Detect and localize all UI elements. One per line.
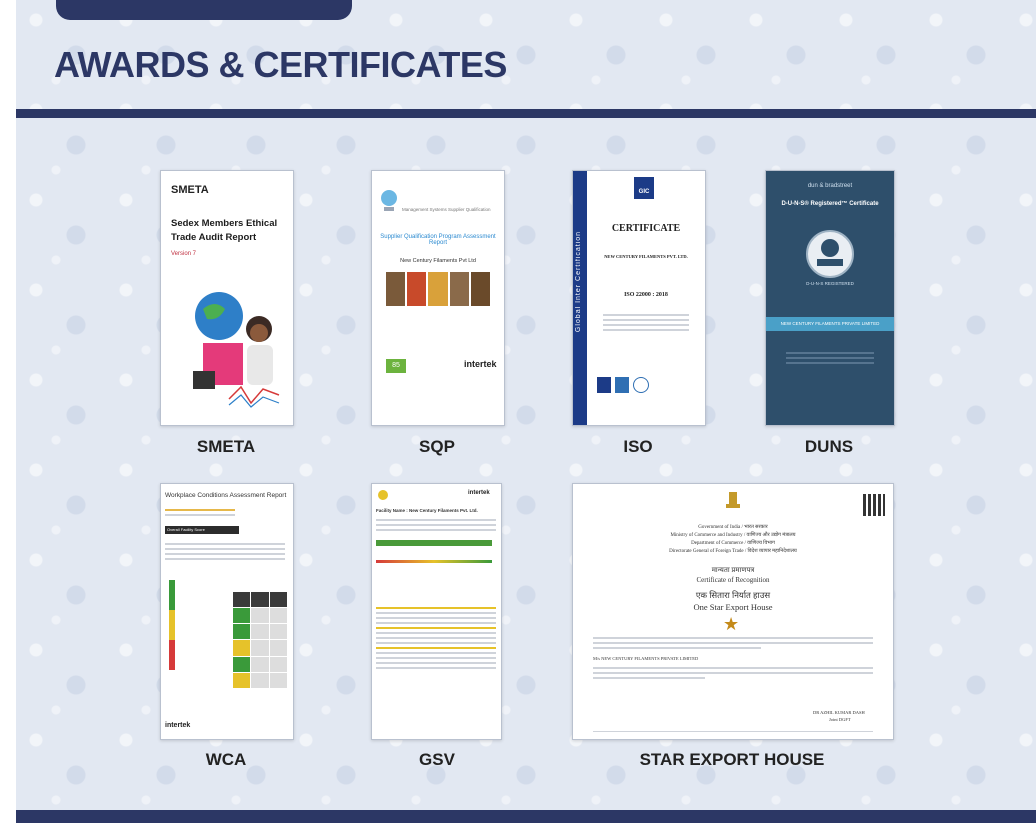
certificate-company: M/s NEW CENTURY FILAMENTS PRIVATE LIMITE… — [593, 656, 699, 661]
wca-info-table — [165, 540, 285, 563]
sqp-score-badge: 85 — [386, 359, 406, 373]
sqp-header-text: Management Systems Supplier Qualificatio… — [402, 207, 491, 212]
smeta-cover-illustration — [193, 292, 280, 408]
certificate-label-iso: ISO — [623, 437, 653, 456]
certificate-label-gsv: GSV — [419, 750, 455, 769]
certificate-title-hindi: मान्यता प्रमाणपत्र — [711, 566, 755, 574]
intertek-badge-icon — [381, 190, 397, 211]
top-tab-decoration — [56, 0, 352, 20]
gic-logo: GIC — [634, 177, 654, 199]
smeta-version: Version 7 — [171, 251, 197, 257]
intertek-logo: intertek — [468, 490, 490, 496]
iso-side-strip: Global Inter Certification — [573, 171, 587, 425]
gov-line-3: Department of Commerce / वाणिज्य विभाग — [691, 541, 775, 546]
duns-seal-icon — [806, 230, 854, 278]
iso-side-text: Global Inter Certification — [575, 231, 582, 333]
iso-certificate-thumbnail[interactable]: Global Inter Certification GIC CERTIFICA… — [572, 170, 706, 426]
gsv-info-table — [376, 516, 496, 534]
certificate-label-duns: DUNS — [804, 437, 854, 456]
qr-code-icon — [863, 494, 885, 516]
title-divider — [16, 109, 1036, 118]
duns-seal-text: D-U-N-S REGISTERED — [806, 281, 854, 286]
wca-score-grid — [233, 592, 287, 688]
wca-gauge — [169, 580, 175, 670]
certificate-label-wca: WCA — [205, 750, 247, 769]
smeta-report-title: Sedex Members Ethical Trade Audit Report — [171, 218, 278, 243]
certificate-footer — [593, 728, 873, 735]
certificate-label-star-export-house: STAR EXPORT HOUSE — [639, 750, 825, 769]
status-english: One Star Export House — [693, 602, 773, 612]
gsv-score-bar — [376, 560, 492, 563]
emblem-icon — [726, 492, 740, 508]
intertek-logo: intertek — [464, 359, 497, 369]
duns-certificate-title: D-U-N-S® Registered™ Certificate — [781, 201, 879, 207]
iso-standard: ISO 22000 : 2018 — [624, 292, 668, 298]
duns-company-band: NEW CENTURY FILAMENTS PRIVATE LIMITED — [766, 317, 894, 331]
certificate-label-smeta: SMETA — [196, 437, 256, 456]
gov-line-2: Ministry of Commerce and Industry / वाणि… — [670, 533, 796, 538]
star-icon: ★ — [723, 614, 740, 634]
sqp-photo-strip — [386, 272, 491, 306]
duns-details — [786, 349, 874, 367]
wca-report-title: Workplace Conditions Assessment Report — [165, 492, 287, 499]
wca-summary-lines — [165, 506, 235, 519]
bottom-bar — [16, 810, 1036, 823]
smeta-logo: SMETA — [171, 184, 209, 196]
status-hindi: एक सितारा निर्यात हाउस — [695, 590, 771, 600]
gsv-facility-name: Facility Name : New Century Filaments Pv… — [376, 508, 478, 513]
certificate-body-text — [593, 634, 873, 652]
gsv-score-header: OVERALL FACILITY SCORE — [376, 540, 492, 554]
accreditation-logos — [597, 377, 649, 393]
wca-score-bar: Overall Facility Score — [165, 526, 239, 534]
gsv-report-thumbnail[interactable]: intertek Facility Name : New Century Fil… — [371, 483, 502, 740]
gov-line-1: Government of India / भारत सरकार — [698, 525, 768, 530]
certificate-title-english: Certificate of Recognition — [696, 576, 770, 584]
sqp-report-title: Supplier Qualification Program Assessmen… — [380, 234, 496, 246]
gov-line-4: Directorate General of Foreign Trade / व… — [669, 549, 797, 554]
gsv-results-table — [376, 604, 496, 672]
certificate-label-sqp: SQP — [419, 437, 455, 456]
smeta-report-thumbnail[interactable]: SMETA Sedex Members Ethical Trade Audit … — [160, 170, 294, 426]
page-title: AWARDS & CERTIFICATES — [54, 44, 507, 85]
signatory-title: Joint DGFT — [829, 717, 851, 722]
iso-certificate-title: CERTIFICATE — [611, 223, 681, 234]
sqp-report-thumbnail[interactable]: Management Systems Supplier Qualificatio… — [371, 170, 505, 426]
star-export-house-certificate-thumbnail[interactable]: Government of India / भारत सरकार Ministr… — [572, 483, 894, 740]
wca-report-thumbnail[interactable]: Workplace Conditions Assessment Report O… — [160, 483, 294, 740]
certificate-body-text-2 — [593, 664, 873, 682]
duns-certificate-thumbnail[interactable]: dun & bradstreet D-U-N-S® Registered™ Ce… — [765, 170, 895, 426]
dnb-brand: dun & bradstreet — [807, 183, 853, 189]
left-margin — [0, 0, 16, 823]
intertek-logo: intertek — [165, 722, 191, 729]
signatory-name: DR AZHIL KUMAR DASH — [813, 710, 865, 715]
sqp-company-name: New Century Filaments Pvt Ltd — [400, 258, 476, 264]
iso-company-name: NEW CENTURY FILAMENTS PVT. LTD. — [604, 254, 688, 259]
gsv-top-logo — [378, 490, 388, 500]
iso-body-text — [603, 311, 689, 334]
